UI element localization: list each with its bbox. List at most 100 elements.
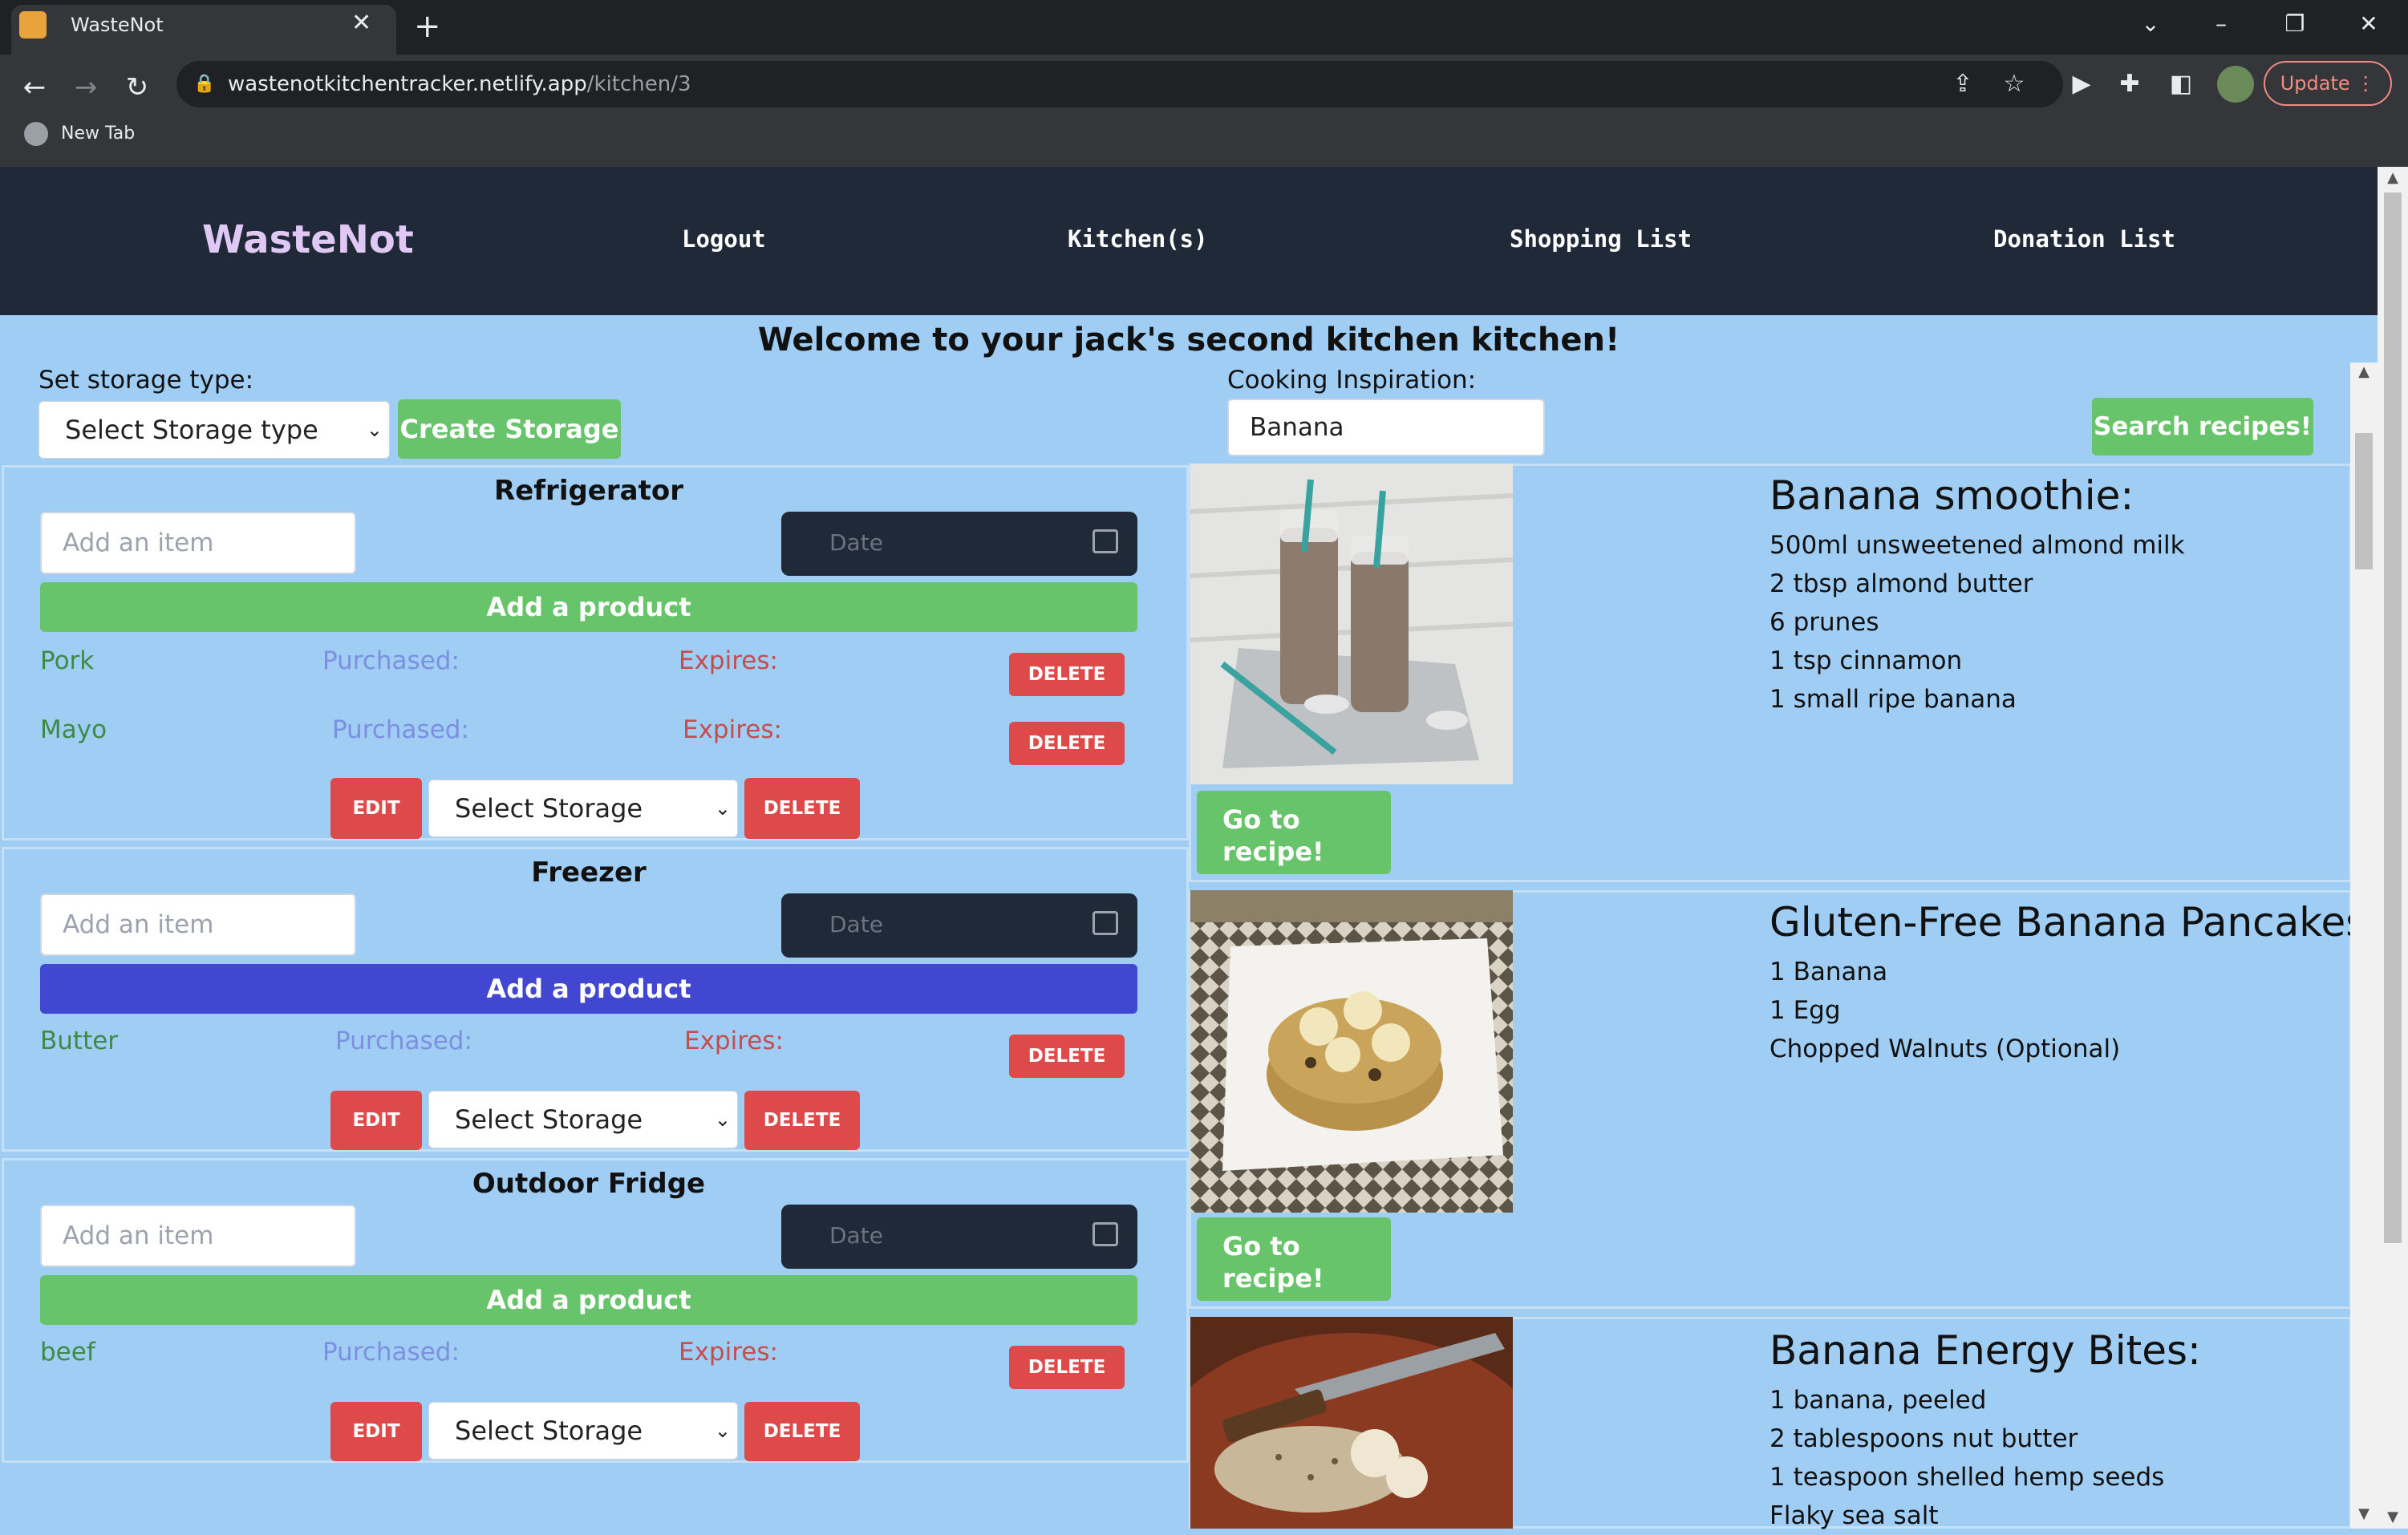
window-close-icon[interactable]: ✕ [2349, 8, 2389, 40]
create-storage-button[interactable]: Create Storage [398, 399, 621, 459]
recipe-search-input[interactable]: Banana [1227, 399, 1545, 456]
delete-storage-button[interactable]: DELETE [744, 1402, 860, 1461]
restore-icon[interactable]: ❐ [2275, 8, 2315, 40]
active-tab[interactable] [11, 5, 396, 55]
chevron-down-icon: ⌄ [714, 1420, 731, 1442]
recipe-ingredient: 2 tablespoons nut butter [1770, 1424, 2078, 1453]
recipe-ingredient: Chopped Walnuts (Optional) [1770, 1035, 2121, 1063]
scroll-up-arrow-icon[interactable]: ▲ [2350, 364, 2378, 380]
tab-title: WasteNot [71, 14, 164, 36]
move-storage-select[interactable]: Select Storage ⌄ [428, 1091, 738, 1148]
go-to-recipe-button[interactable]: Go to recipe! [1197, 791, 1391, 874]
tab-search-icon[interactable]: ⌄ [2130, 8, 2171, 40]
date-input[interactable]: Date [781, 893, 1137, 958]
scroll-down-arrow-icon[interactable]: ▼ [2350, 1506, 2378, 1522]
add-item-input[interactable]: Add an item [40, 512, 356, 574]
recipe-ingredient: 1 small ripe banana [1770, 685, 2017, 714]
profile-avatar[interactable] [2217, 66, 2254, 103]
go-to-recipe-button[interactable]: Go to recipe! [1197, 1217, 1391, 1301]
add-product-button[interactable]: Add a product [40, 964, 1137, 1014]
search-recipes-button[interactable]: Search recipes! [2092, 398, 2313, 456]
app-logo[interactable]: WasteNot [202, 213, 414, 266]
page-scroll-thumb[interactable] [2384, 192, 2402, 1243]
item-name: Butter [40, 1027, 119, 1055]
update-button[interactable]: Update ⋮ [2264, 61, 2392, 106]
add-item-input[interactable]: Add an item [40, 893, 356, 956]
recipe-ingredient: 1 teaspoon shelled hemp seeds [1770, 1463, 2165, 1492]
add-product-button[interactable]: Add a product [40, 1275, 1137, 1325]
inspiration-label: Cooking Inspiration: [1227, 366, 1477, 395]
item-expires: Expires: [679, 1338, 778, 1367]
forward-icon[interactable]: → [66, 67, 106, 107]
page-title: Welcome to your jack's second kitchen ki… [757, 322, 1620, 358]
recipe-title: Gluten-Free Banana Pancakes: [1770, 899, 2381, 946]
side-panel-icon[interactable]: ◧ [2163, 66, 2199, 103]
page-scroll-down-icon[interactable]: ▼ [2379, 1509, 2406, 1525]
recipe-ingredient: 6 prunes [1770, 608, 1879, 637]
delete-item-button[interactable]: DELETE [1009, 1035, 1125, 1078]
delete-item-button[interactable]: DELETE [1009, 1346, 1125, 1389]
recipe-title: Banana Energy Bites: [1770, 1327, 2201, 1374]
chevron-down-icon: ⌄ [714, 797, 731, 820]
storage-title: Refrigerator [494, 475, 683, 507]
move-storage-select[interactable]: Select Storage ⌄ [428, 1402, 738, 1460]
delete-item-button[interactable]: DELETE [1009, 653, 1125, 696]
recipe-ingredient: 1 Egg [1770, 996, 1841, 1025]
nav-donation-list[interactable]: Donation List [1993, 223, 2175, 255]
extension-badge-icon[interactable]: ▶ [2063, 66, 2100, 103]
recipe-ingredient: Flaky sea salt [1770, 1501, 1939, 1530]
item-expires: Expires: [683, 715, 782, 744]
new-tab-button[interactable]: + [414, 10, 441, 43]
recipe-ingredient: 500ml unsweetened almond milk [1770, 531, 2185, 560]
recipe-ingredient: 1 Banana [1770, 958, 1888, 986]
calendar-icon [1093, 1222, 1118, 1246]
recipe-ingredient: 1 tsp cinnamon [1770, 646, 1963, 675]
extensions-puzzle-icon[interactable]: ✚ [2111, 66, 2148, 103]
recipe-ingredient: 1 banana, peeled [1770, 1386, 1987, 1415]
smoothie-photo-art [1190, 464, 1514, 784]
delete-storage-button[interactable]: DELETE [744, 1091, 860, 1150]
item-purchased: Purchased: [322, 1338, 460, 1367]
recipe-photo [1150, 1317, 1551, 1535]
item-purchased: Purchased: [332, 715, 469, 744]
url-text[interactable]: wastenotkitchentracker.netlify.app/kitch… [228, 69, 691, 99]
back-icon[interactable]: ← [14, 67, 55, 107]
url-path: /kitchen/3 [586, 72, 691, 96]
edit-storage-button[interactable]: EDIT [330, 1091, 422, 1150]
item-purchased: Purchased: [335, 1027, 472, 1055]
item-expires: Expires: [679, 646, 778, 675]
recipe-list-scroll-thumb[interactable] [2355, 433, 2373, 569]
calendar-icon [1093, 529, 1118, 553]
nav-kitchens[interactable]: Kitchen(s) [1068, 223, 1208, 255]
edit-storage-button[interactable]: EDIT [330, 778, 422, 839]
date-input[interactable]: Date [781, 1205, 1137, 1269]
bookmark-star-icon[interactable]: ☆ [1996, 66, 2033, 103]
edit-storage-button[interactable]: EDIT [330, 1402, 422, 1461]
bookmark-new-tab[interactable]: New Tab [61, 120, 135, 148]
calendar-icon [1093, 911, 1118, 935]
nav-shopping-list[interactable]: Shopping List [1510, 223, 1692, 255]
reload-icon[interactable]: ↻ [117, 67, 157, 107]
storage-type-select[interactable]: Select Storage type ⌄ [39, 401, 390, 459]
add-product-button[interactable]: Add a product [40, 582, 1137, 632]
chevron-down-icon: ⌄ [714, 1108, 731, 1131]
nav-logout[interactable]: Logout [682, 223, 766, 255]
move-storage-select[interactable]: Select Storage ⌄ [428, 780, 738, 837]
storage-title: Freezer [531, 857, 647, 889]
item-name: Pork [40, 646, 95, 675]
recipe-ingredient: 2 tbsp almond butter [1770, 569, 2033, 598]
share-icon[interactable]: ⇪ [1944, 66, 1981, 103]
tab-close-icon[interactable]: ✕ [351, 10, 371, 37]
delete-item-button[interactable]: DELETE [1009, 722, 1125, 765]
page-scroll-up-icon[interactable]: ▲ [2379, 170, 2406, 186]
add-item-input[interactable]: Add an item [40, 1205, 356, 1267]
recipe-title: Banana smoothie: [1770, 472, 2134, 519]
globe-icon [24, 122, 48, 146]
storage-type-label: Set storage type: [39, 366, 254, 395]
tab-favicon-icon [19, 11, 47, 38]
recipe-photo [1190, 890, 1513, 1213]
delete-storage-button[interactable]: DELETE [744, 778, 860, 839]
minimize-icon[interactable]: – [2201, 8, 2241, 40]
date-input[interactable]: Date [781, 512, 1137, 576]
lock-icon[interactable]: 🔒 [193, 72, 217, 96]
